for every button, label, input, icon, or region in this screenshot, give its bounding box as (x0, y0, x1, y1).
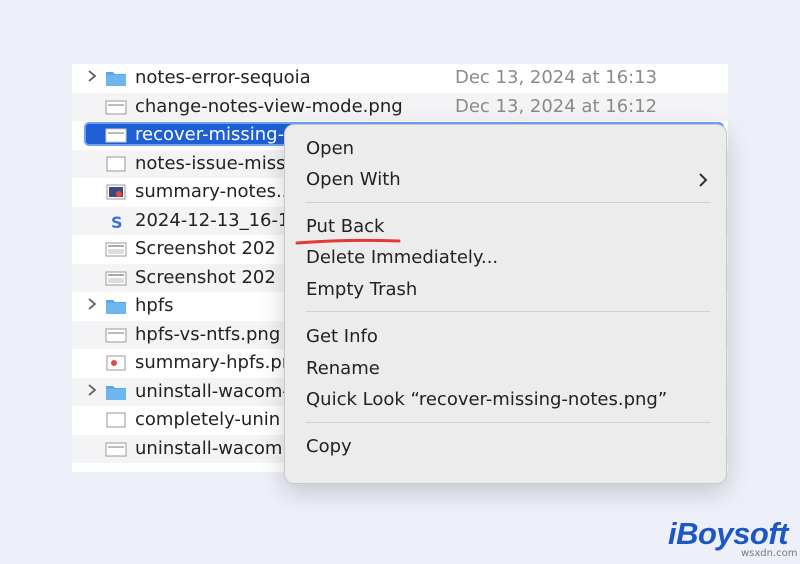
file-name: summary-notes... (135, 181, 294, 202)
menu-item-delete-immediately[interactable]: Delete Immediately... (306, 246, 498, 270)
watermark-text: wsxdn.com (741, 548, 798, 559)
swift-file-icon: S (111, 213, 123, 230)
iboysoft-logo: iBoysoft (668, 516, 789, 551)
blank-file-icon (106, 156, 126, 171)
menu-item-put-back[interactable]: Put Back (306, 215, 384, 239)
file-name: uninstall-wacom- (135, 380, 289, 402)
file-name: summary-hpfs.pn (135, 352, 294, 373)
image-file-icon (105, 128, 127, 143)
file-row[interactable]: change-notes-view-mode.png Dec 13, 2024 … (72, 92, 728, 121)
menu-separator (306, 422, 710, 423)
screenshot-file-icon (105, 242, 127, 257)
file-name: 2024-12-13_16-1 (135, 209, 290, 231)
file-name: change-notes-view-mode.png (135, 95, 403, 117)
image-file-icon (105, 442, 127, 456)
folder-icon (106, 300, 126, 314)
submenu-chevron-icon (699, 173, 708, 187)
blank-file-icon (106, 412, 126, 428)
menu-item-copy[interactable]: Copy (306, 435, 352, 459)
photo-file-icon (106, 184, 126, 200)
menu-separator (306, 202, 710, 203)
folder-icon (106, 72, 126, 86)
highlight-underline (295, 238, 401, 245)
menu-item-quick-look[interactable]: Quick Look “recover-missing-notes.png” (306, 388, 667, 412)
menu-item-get-info[interactable]: Get Info (306, 325, 378, 349)
file-name: recover-missing- (135, 124, 285, 145)
disclosure-chevron-icon[interactable] (87, 383, 97, 397)
menu-item-empty-trash[interactable]: Empty Trash (306, 278, 417, 302)
disclosure-chevron-icon[interactable] (87, 297, 97, 311)
file-name: Screenshot 202 (135, 238, 276, 259)
menu-item-open-with[interactable]: Open With (306, 168, 401, 192)
photo-file-icon (106, 355, 126, 371)
image-file-icon (105, 100, 127, 114)
folder-icon (106, 385, 126, 400)
file-name: uninstall-wacom (135, 437, 283, 459)
menu-item-open[interactable]: Open (306, 137, 354, 161)
file-name: notes-issue-miss (135, 152, 286, 174)
file-name: hpfs-vs-ntfs.png (135, 323, 281, 345)
screenshot-file-icon (105, 271, 127, 285)
menu-item-rename[interactable]: Rename (306, 357, 380, 381)
context-menu: Open Open With Put Back Delete Immediate… (284, 124, 727, 484)
image-file-icon (105, 328, 127, 342)
file-name: completely-unin (135, 409, 281, 430)
svg-text:S: S (111, 213, 123, 230)
file-name: notes-error-sequoia (135, 67, 311, 88)
file-name: Screenshot 202 (135, 266, 276, 288)
file-date: Dec 13, 2024 at 16:13 (455, 67, 658, 88)
disclosure-chevron-icon[interactable] (87, 69, 97, 83)
file-row[interactable]: notes-error-sequoia Dec 13, 2024 at 16:1… (72, 64, 728, 93)
menu-separator (306, 311, 710, 312)
file-name: hpfs (135, 295, 174, 316)
file-date: Dec 13, 2024 at 16:12 (455, 95, 658, 117)
